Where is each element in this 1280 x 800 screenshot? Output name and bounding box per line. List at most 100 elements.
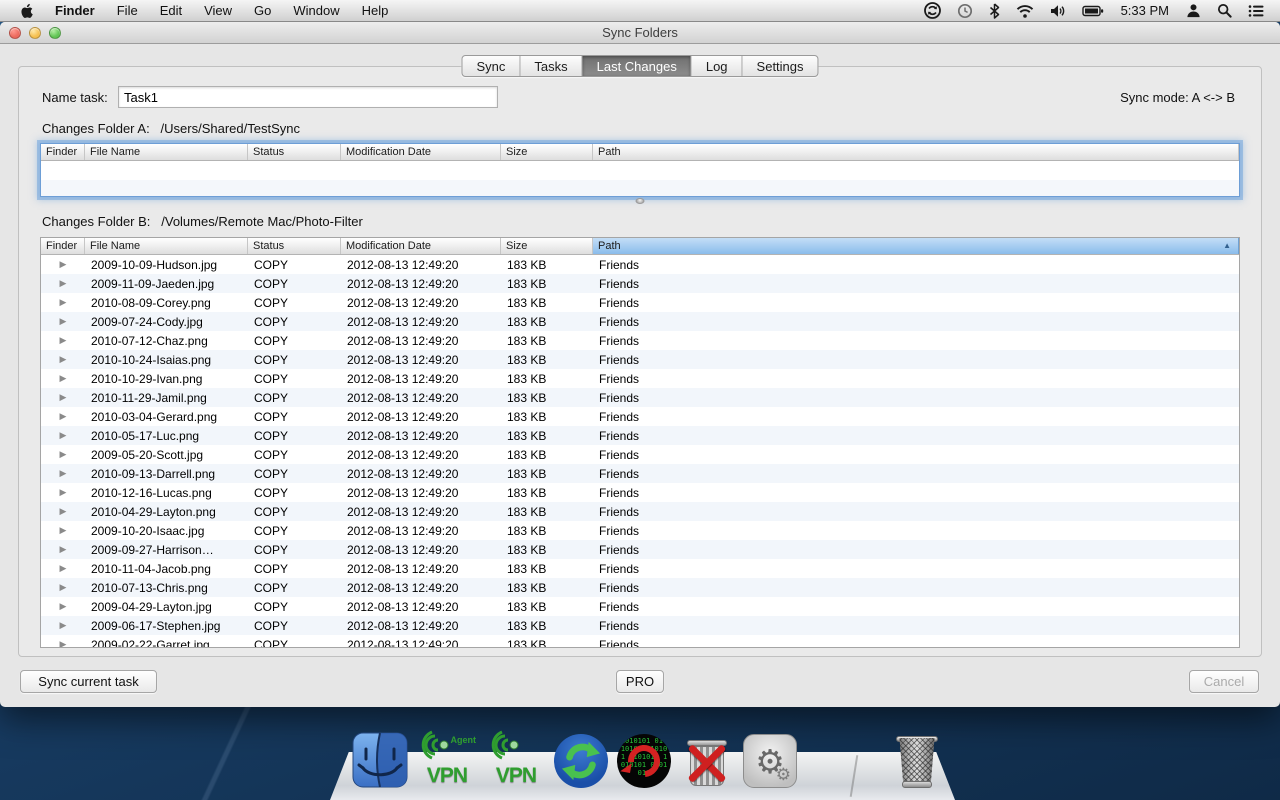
disclosure-triangle-icon[interactable]: ▶ [41, 411, 85, 422]
disclosure-triangle-icon[interactable]: ▶ [41, 373, 85, 384]
volume-icon[interactable] [1042, 0, 1074, 21]
title-bar[interactable]: Sync Folders [0, 22, 1280, 44]
table-row[interactable]: ▶2010-11-29-Jamil.pngCOPY2012-08-13 12:4… [41, 388, 1239, 407]
table-resize-handle[interactable] [636, 198, 645, 204]
table-row[interactable]: ▶2009-06-17-Stephen.jpgCOPY2012-08-13 12… [41, 616, 1239, 635]
status-cell: COPY [248, 391, 341, 405]
menu-window[interactable]: Window [282, 0, 350, 21]
menu-edit[interactable]: Edit [149, 0, 193, 21]
column-header-file-name[interactable]: File Name [85, 144, 248, 160]
column-header-finder[interactable]: Finder [41, 144, 85, 160]
menu-file[interactable]: File [106, 0, 149, 21]
disclosure-triangle-icon[interactable]: ▶ [41, 639, 85, 648]
column-header-path-sorted[interactable]: Path ▲ [593, 238, 1239, 254]
disclosure-triangle-icon[interactable]: ▶ [41, 601, 85, 612]
table-row[interactable]: ▶2009-07-24-Cody.jpgCOPY2012-08-13 12:49… [41, 312, 1239, 331]
disclosure-triangle-icon[interactable]: ▶ [41, 335, 85, 346]
table-row[interactable]: ▶2010-11-04-Jacob.pngCOPY2012-08-13 12:4… [41, 559, 1239, 578]
column-header-file-name[interactable]: File Name [85, 238, 248, 254]
column-header-size[interactable]: Size [501, 144, 593, 160]
notification-center-icon[interactable] [1240, 0, 1272, 21]
vpn-agent-dock-icon[interactable]: Agent VPN [415, 728, 479, 788]
status-cell: COPY [248, 372, 341, 386]
uninstaller-trash-dock-icon[interactable] [679, 728, 735, 788]
menu-finder[interactable]: Finder [44, 0, 106, 21]
table-row[interactable]: ▶2009-10-09-Hudson.jpgCOPY2012-08-13 12:… [41, 255, 1239, 274]
table-row[interactable]: ▶2010-10-24-Isaias.pngCOPY2012-08-13 12:… [41, 350, 1239, 369]
file-name-cell: 2009-05-20-Scott.jpg [85, 448, 248, 462]
table-row[interactable]: ▶2009-11-09-Jaeden.jpgCOPY2012-08-13 12:… [41, 274, 1239, 293]
time-machine-icon[interactable] [949, 0, 981, 21]
trash-dock-icon[interactable] [893, 728, 941, 788]
menu-view[interactable]: View [193, 0, 243, 21]
vpn-dock-icon[interactable]: VPN [486, 728, 546, 788]
system-preferences-dock-icon[interactable]: ⚙ ⚙ [742, 728, 798, 788]
binary-cleaner-dock-icon[interactable]: 1010101 0101010 1010101 0101010 1010101 … [616, 728, 672, 788]
disclosure-triangle-icon[interactable]: ▶ [41, 316, 85, 327]
menu-help[interactable]: Help [351, 0, 400, 21]
table-row[interactable]: ▶2009-09-27-Harrison…COPY2012-08-13 12:4… [41, 540, 1239, 559]
table-row[interactable]: ▶2009-05-20-Scott.jpgCOPY2012-08-13 12:4… [41, 445, 1239, 464]
tab-settings[interactable]: Settings [743, 56, 818, 76]
sync-menu-icon[interactable] [916, 0, 949, 21]
apple-menu[interactable] [12, 0, 44, 21]
spotlight-icon[interactable] [1209, 0, 1240, 21]
tab-sync[interactable]: Sync [462, 56, 520, 76]
name-task-input[interactable] [118, 86, 498, 108]
disclosure-triangle-icon[interactable]: ▶ [41, 278, 85, 289]
bluetooth-icon[interactable] [981, 0, 1008, 21]
disclosure-triangle-icon[interactable]: ▶ [41, 620, 85, 631]
column-header-modification-date[interactable]: Modification Date [341, 144, 501, 160]
disclosure-triangle-icon[interactable]: ▶ [41, 544, 85, 555]
disclosure-triangle-icon[interactable]: ▶ [41, 259, 85, 270]
table-row[interactable]: ▶2009-10-20-Isaac.jpgCOPY2012-08-13 12:4… [41, 521, 1239, 540]
name-task-label: Name task: [42, 90, 108, 105]
finder-dock-icon[interactable] [352, 728, 408, 788]
disclosure-triangle-icon[interactable]: ▶ [41, 563, 85, 574]
disclosure-triangle-icon[interactable]: ▶ [41, 468, 85, 479]
menu-go[interactable]: Go [243, 0, 282, 21]
modification-date-cell: 2012-08-13 12:49:20 [341, 353, 501, 367]
tab-log[interactable]: Log [692, 56, 743, 76]
disclosure-triangle-icon[interactable]: ▶ [41, 449, 85, 460]
table-row[interactable]: ▶2010-07-13-Chris.pngCOPY2012-08-13 12:4… [41, 578, 1239, 597]
table-row[interactable]: ▶2009-02-22-Garret.jpgCOPY2012-08-13 12:… [41, 635, 1239, 648]
sync-current-task-button[interactable]: Sync current task [20, 670, 157, 693]
size-cell: 183 KB [501, 581, 593, 595]
disclosure-triangle-icon[interactable]: ▶ [41, 392, 85, 403]
disclosure-triangle-icon[interactable]: ▶ [41, 487, 85, 498]
table-row[interactable]: ▶2010-07-12-Chaz.pngCOPY2012-08-13 12:49… [41, 331, 1239, 350]
column-header-size[interactable]: Size [501, 238, 593, 254]
table-row[interactable]: ▶2010-10-29-Ivan.pngCOPY2012-08-13 12:49… [41, 369, 1239, 388]
disclosure-triangle-icon[interactable]: ▶ [41, 430, 85, 441]
vpn-signal-icon [418, 728, 462, 766]
column-header-modification-date[interactable]: Modification Date [341, 238, 501, 254]
column-header-status[interactable]: Status [248, 144, 341, 160]
disclosure-triangle-icon[interactable]: ▶ [41, 354, 85, 365]
modification-date-cell: 2012-08-13 12:49:20 [341, 581, 501, 595]
tab-last-changes[interactable]: Last Changes [583, 56, 692, 76]
pro-button[interactable]: PRO [616, 670, 664, 693]
vpn-agent-label: Agent [451, 735, 477, 745]
table-row[interactable]: ▶2010-08-09-Corey.pngCOPY2012-08-13 12:4… [41, 293, 1239, 312]
disclosure-triangle-icon[interactable]: ▶ [41, 506, 85, 517]
table-row[interactable]: ▶2010-09-13-Darrell.pngCOPY2012-08-13 12… [41, 464, 1239, 483]
table-row[interactable]: ▶2010-04-29-Layton.pngCOPY2012-08-13 12:… [41, 502, 1239, 521]
battery-icon[interactable] [1074, 0, 1112, 21]
table-row[interactable]: ▶2009-04-29-Layton.jpgCOPY2012-08-13 12:… [41, 597, 1239, 616]
table-row[interactable]: ▶2010-12-16-Lucas.pngCOPY2012-08-13 12:4… [41, 483, 1239, 502]
table-row[interactable]: ▶2010-03-04-Gerard.pngCOPY2012-08-13 12:… [41, 407, 1239, 426]
cancel-button[interactable]: Cancel [1189, 670, 1259, 693]
menu-clock[interactable]: 5:33 PM [1112, 3, 1178, 18]
tab-tasks[interactable]: Tasks [520, 56, 582, 76]
sync-folders-dock-icon[interactable] [553, 728, 609, 788]
column-header-path[interactable]: Path [593, 144, 1239, 160]
wifi-icon[interactable] [1008, 0, 1042, 21]
disclosure-triangle-icon[interactable]: ▶ [41, 297, 85, 308]
disclosure-triangle-icon[interactable]: ▶ [41, 525, 85, 536]
table-row[interactable]: ▶2010-05-17-Luc.pngCOPY2012-08-13 12:49:… [41, 426, 1239, 445]
user-icon[interactable] [1178, 0, 1209, 21]
column-header-status[interactable]: Status [248, 238, 341, 254]
disclosure-triangle-icon[interactable]: ▶ [41, 582, 85, 593]
column-header-finder[interactable]: Finder [41, 238, 85, 254]
